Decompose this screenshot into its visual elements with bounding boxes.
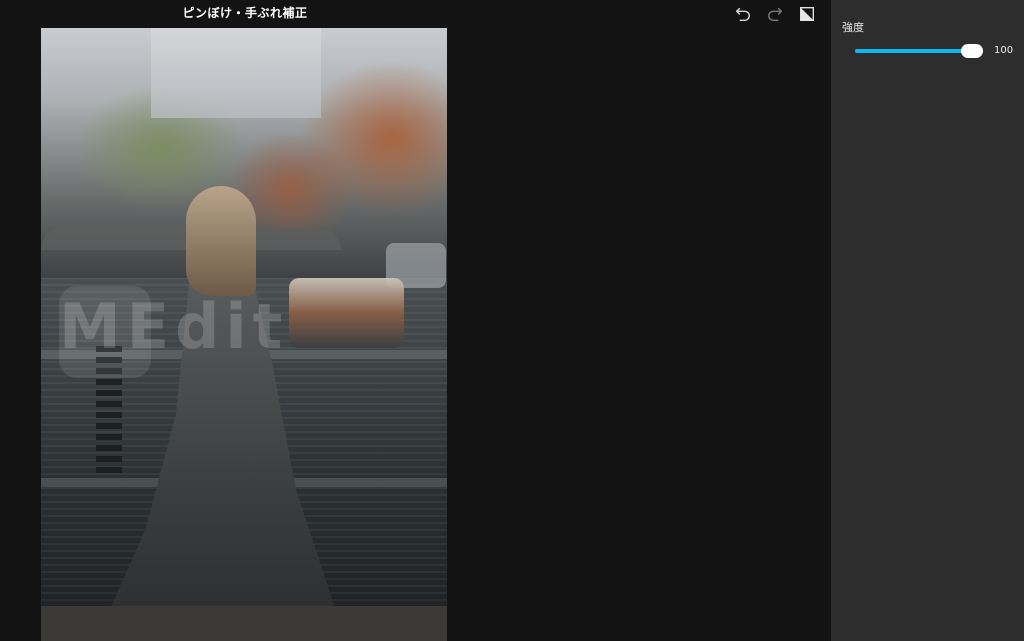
- undo-icon: [735, 7, 751, 22]
- strength-slider[interactable]: [855, 43, 983, 59]
- canvas-area: ピンぼけ・手ぶれ補正 MEdit: [0, 0, 831, 641]
- toolbar: [732, 4, 818, 24]
- undo-button[interactable]: [732, 4, 754, 24]
- slider-thumb[interactable]: [961, 44, 983, 58]
- strength-label: 強度: [842, 21, 864, 34]
- preview-image: MEdit: [41, 28, 447, 641]
- adjustment-panel: 強度 100: [831, 0, 1024, 641]
- redo-icon: [767, 7, 783, 22]
- tool-title: ピンぼけ・手ぶれ補正: [182, 6, 308, 20]
- strength-value: 100: [994, 45, 1014, 56]
- compare-icon: [800, 7, 814, 21]
- compare-button[interactable]: [796, 4, 818, 24]
- watermark-text: MEdit: [59, 290, 289, 363]
- redo-button[interactable]: [764, 4, 786, 24]
